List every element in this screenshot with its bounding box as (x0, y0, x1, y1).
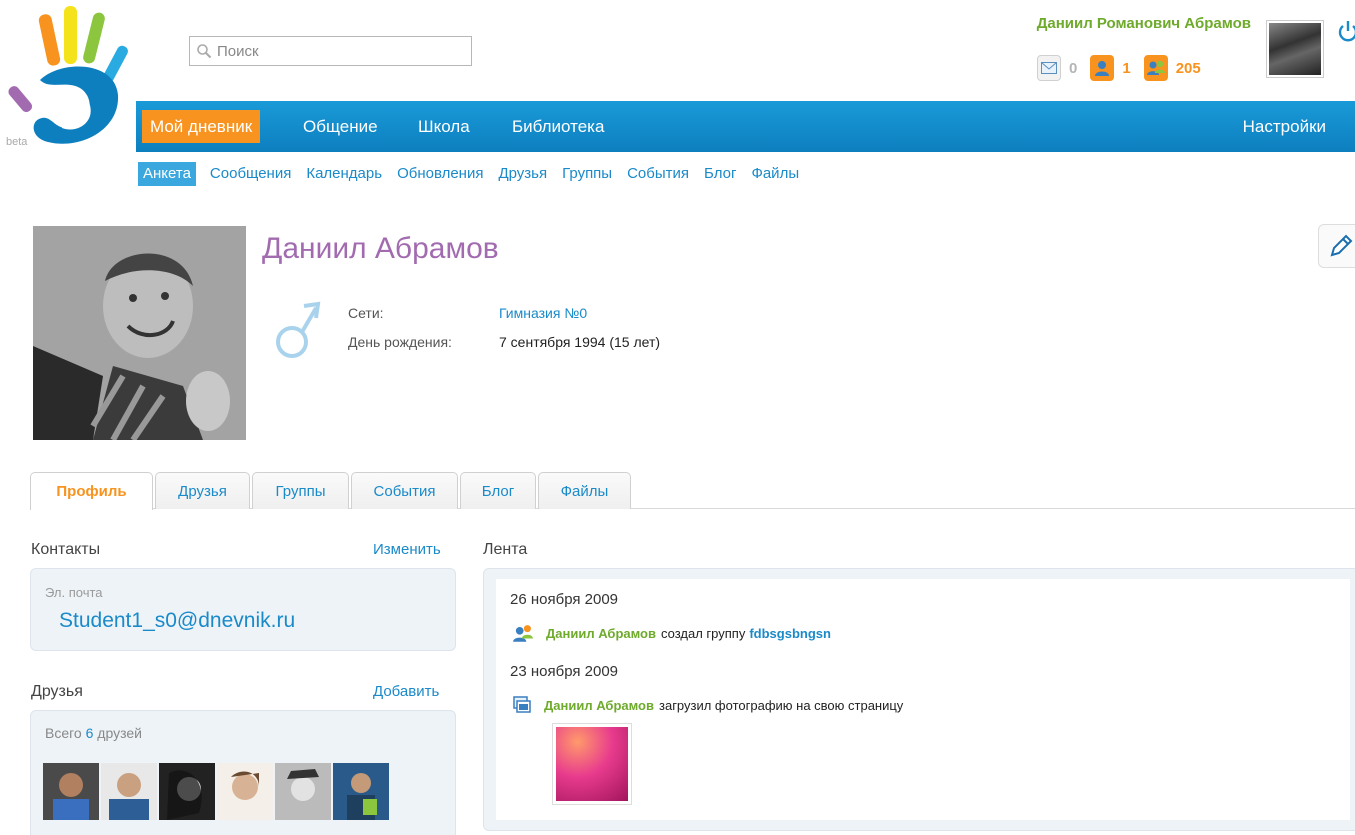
nav-communication[interactable]: Общение (303, 110, 378, 143)
feed-date: 26 ноября 2009 (510, 591, 619, 608)
profile-photo[interactable] (33, 226, 246, 440)
subnav-blog[interactable]: Блог (704, 162, 736, 186)
birthday-label: День рождения: (348, 334, 452, 350)
email-value[interactable]: Student1_s0@dnevnik.ru (59, 609, 295, 633)
feed-entry: Даниил Абрамов создал группу fdbsgsbngsn (512, 623, 831, 643)
pencil-icon (1330, 234, 1352, 257)
feed-group-link[interactable]: fdbsgsbngsn (749, 626, 831, 641)
subnav-friends[interactable]: Друзья (498, 162, 547, 186)
tab-profile[interactable]: Профиль (30, 472, 153, 510)
email-label: Эл. почта (45, 585, 103, 600)
friends-add-link[interactable]: Добавить (373, 683, 439, 700)
feed-user-link[interactable]: Даниил Абрамов (544, 698, 654, 713)
beta-label: beta (6, 136, 28, 148)
profile-tabs: Профиль Друзья Группы События Блог Файлы (30, 472, 1355, 510)
subnav-calendar[interactable]: Календарь (306, 162, 382, 186)
group-icon[interactable] (1143, 55, 1168, 81)
power-icon[interactable] (1337, 18, 1355, 44)
feed-title: Лента (483, 541, 528, 558)
contacts-panel: Эл. почта Student1_s0@dnevnik.ru (30, 568, 456, 651)
profile-name: Даниил Абрамов (262, 232, 499, 265)
male-icon (276, 301, 321, 358)
feed-photo-thumbnail[interactable] (552, 723, 632, 805)
tab-groups[interactable]: Группы (252, 472, 349, 509)
edit-profile-button[interactable] (1318, 224, 1355, 268)
subnav-updates[interactable]: Обновления (397, 162, 483, 186)
header-avatar[interactable] (1266, 20, 1324, 78)
search-input[interactable] (217, 42, 457, 60)
feed-date: 23 ноября 2009 (510, 663, 619, 680)
tab-events[interactable]: События (351, 472, 458, 509)
friend-thumbnails (43, 763, 389, 820)
networks-label: Сети: (348, 305, 384, 321)
subnav-profile[interactable]: Анкета (138, 162, 196, 186)
friend-avatar[interactable] (275, 763, 331, 820)
birthday-value: 7 сентября 1994 (15 лет) (499, 334, 661, 350)
search-box[interactable] (189, 36, 472, 66)
friend-avatar[interactable] (43, 763, 99, 820)
friends-count: Всего 6 друзей (45, 725, 142, 741)
friend-avatar[interactable] (101, 763, 157, 820)
feed-entry: Даниил Абрамов загрузил фотографию на св… (512, 695, 903, 715)
messages-count[interactable]: 0 (1069, 60, 1077, 77)
feed-action: создал группу (661, 625, 746, 641)
friends-panel: Всего 6 друзей (30, 710, 456, 835)
photo-gallery-icon (513, 696, 531, 713)
subnav-files[interactable]: Файлы (751, 162, 799, 186)
feed-panel: 26 ноября 2009 Даниил Абрамов создал гру… (483, 568, 1355, 831)
friend-avatar[interactable] (333, 763, 389, 820)
nav-settings[interactable]: Настройки (1243, 110, 1326, 143)
friend-requests-count[interactable]: 1 (1122, 60, 1130, 77)
nav-library[interactable]: Библиотека (512, 110, 604, 143)
subnav-events[interactable]: События (627, 162, 689, 186)
tab-friends[interactable]: Друзья (155, 472, 250, 509)
group-icon (513, 625, 533, 642)
header-user-name[interactable]: Даниил Романович Абрамов (1037, 15, 1251, 32)
contacts-title: Контакты (31, 541, 101, 558)
user-icon[interactable] (1090, 55, 1115, 81)
feed-action: загрузил фотографию на свою страницу (659, 697, 904, 713)
subnav-groups[interactable]: Группы (562, 162, 612, 186)
mail-icon[interactable] (1037, 55, 1061, 81)
main-nav: Мой дневник Общение Школа Библиотека Нас… (136, 101, 1355, 152)
friend-avatar[interactable] (159, 763, 215, 820)
sub-nav: Анкета Сообщения Календарь Обновления Др… (138, 162, 814, 186)
subnav-messages[interactable]: Сообщения (210, 162, 291, 186)
contacts-edit-link[interactable]: Изменить (373, 541, 441, 558)
tab-blog[interactable]: Блог (460, 472, 536, 509)
nav-my-diary[interactable]: Мой дневник (142, 110, 261, 143)
notification-counters: 0 1 205 (1037, 55, 1210, 81)
groups-count[interactable]: 205 (1176, 60, 1201, 77)
tab-files[interactable]: Файлы (538, 472, 631, 509)
nav-school[interactable]: Школа (418, 110, 470, 143)
search-icon (197, 44, 212, 59)
friend-avatar[interactable] (217, 763, 273, 820)
networks-link[interactable]: Гимназия №0 (499, 305, 587, 321)
friends-title: Друзья (31, 683, 83, 700)
friends-count-number[interactable]: 6 (86, 725, 94, 741)
feed-user-link[interactable]: Даниил Абрамов (546, 626, 656, 641)
